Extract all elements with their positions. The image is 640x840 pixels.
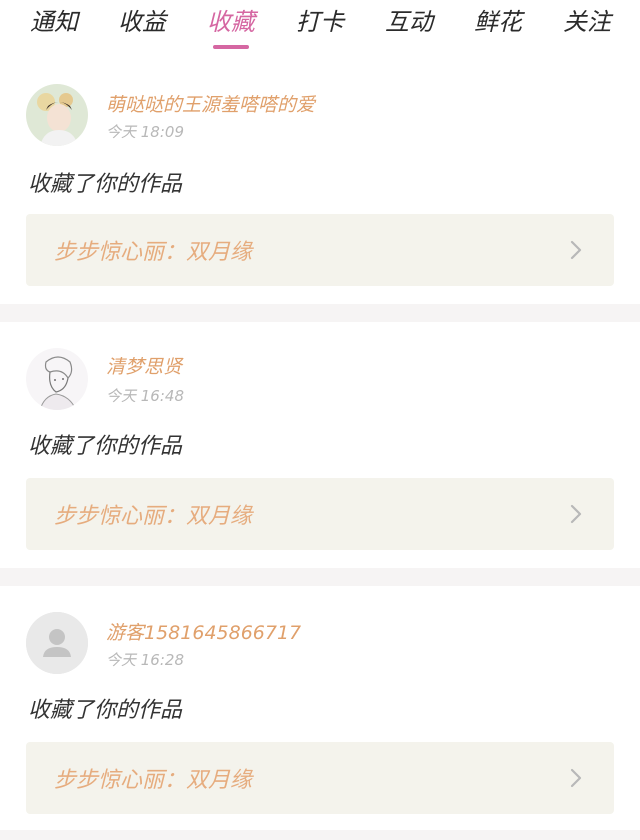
username[interactable]: 游客1581645866717 xyxy=(106,618,301,645)
default-avatar-icon[interactable] xyxy=(26,612,88,674)
action-text: 收藏了你的作品 xyxy=(28,434,183,459)
tab-earnings[interactable]: 收益 xyxy=(102,6,182,50)
timestamp: 今天 16:48 xyxy=(106,387,184,405)
timestamp: 今天 16:28 xyxy=(106,651,184,669)
work-link[interactable]: 步步惊心丽：双月缘 xyxy=(26,214,614,286)
chevron-right-icon xyxy=(570,240,582,260)
tab-flowers[interactable]: 鲜花 xyxy=(458,6,538,50)
work-title: 步步惊心丽：双月缘 xyxy=(54,240,253,265)
user-avatar-photo[interactable] xyxy=(26,84,88,146)
tab-notifications[interactable]: 通知 xyxy=(14,6,94,50)
active-tab-indicator xyxy=(213,45,249,49)
notification-card: 清梦思贤 今天 16:48 收藏了你的作品 步步惊心丽：双月缘 xyxy=(0,322,640,568)
user-avatar-sketch[interactable] xyxy=(26,348,88,410)
action-text: 收藏了你的作品 xyxy=(28,172,183,197)
tab-checkin[interactable]: 打卡 xyxy=(280,6,360,50)
avatar-photo-icon xyxy=(26,84,88,146)
notification-card: 萌哒哒的王源羞嗒嗒的爱 今天 18:09 收藏了你的作品 步步惊心丽：双月缘 xyxy=(0,62,640,304)
tab-bar: 通知 收益 收藏 打卡 互动 鲜花 关注 xyxy=(0,0,640,62)
work-title: 步步惊心丽：双月缘 xyxy=(54,768,253,793)
username[interactable]: 清梦思贤 xyxy=(106,352,182,379)
tab-interactions[interactable]: 互动 xyxy=(369,6,449,50)
work-link[interactable]: 步步惊心丽：双月缘 xyxy=(26,478,614,550)
chevron-right-icon xyxy=(570,504,582,524)
timestamp: 今天 18:09 xyxy=(106,123,184,141)
chevron-right-icon xyxy=(570,768,582,788)
action-text: 收藏了你的作品 xyxy=(28,698,183,723)
work-link[interactable]: 步步惊心丽：双月缘 xyxy=(26,742,614,814)
username[interactable]: 萌哒哒的王源羞嗒嗒的爱 xyxy=(106,90,315,117)
tab-favorites[interactable]: 收藏 xyxy=(191,6,271,50)
notification-card: 游客1581645866717 今天 16:28 收藏了你的作品 步步惊心丽：双… xyxy=(0,586,640,830)
person-silhouette-icon xyxy=(26,612,88,674)
tab-following[interactable]: 关注 xyxy=(547,6,627,50)
work-title: 步步惊心丽：双月缘 xyxy=(54,504,253,529)
avatar-sketch-icon xyxy=(26,348,88,410)
